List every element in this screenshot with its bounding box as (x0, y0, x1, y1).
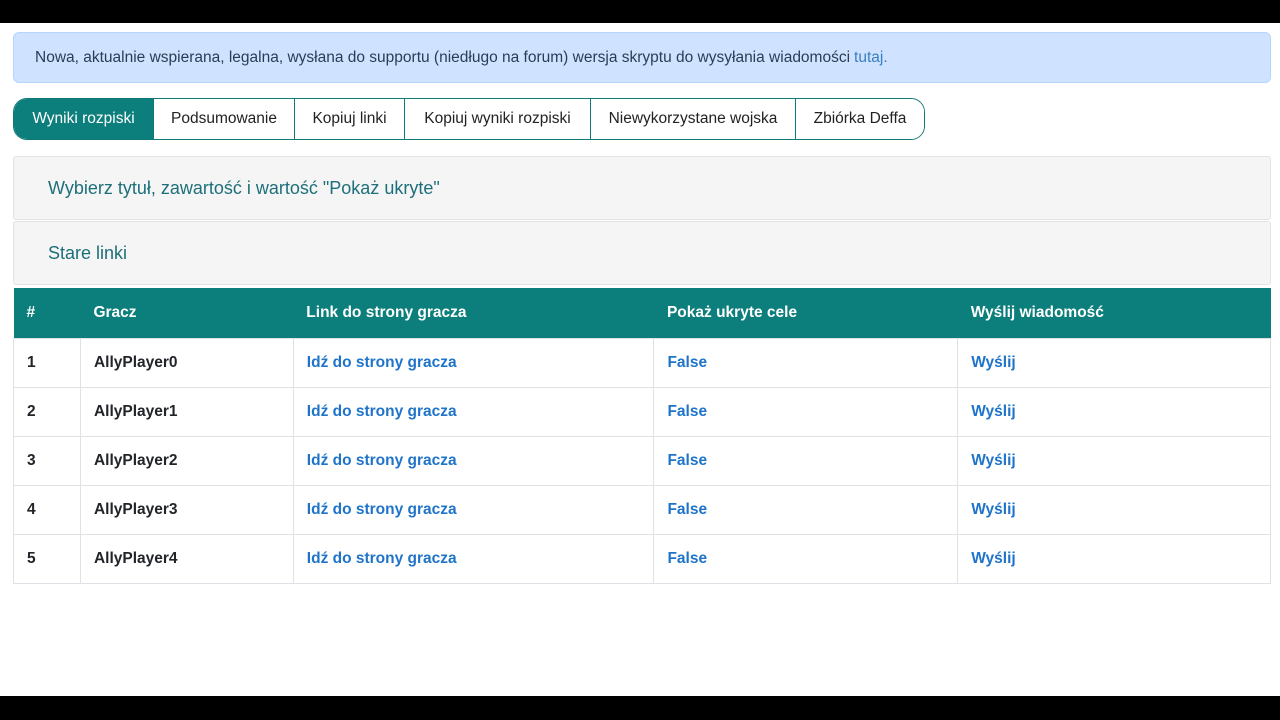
alert-text: Nowa, aktualnie wspierana, legalna, wysł… (35, 48, 851, 66)
column-header-send-message: Wyślij wiadomość (970, 303, 1104, 321)
tab-podsumowanie[interactable]: Podsumowanie (154, 99, 295, 139)
player-page-link[interactable]: Idź do strony gracza (307, 403, 457, 420)
results-table: # Gracz Link do strony gracza Pokaż ukry… (13, 288, 1271, 584)
column-header-number: # (26, 303, 36, 321)
options-panel-header[interactable]: Wybierz tytuł, zawartość i wartość "Poka… (13, 156, 1271, 220)
tab-niewykorzystane-wojska[interactable]: Niewykorzystane wojska (591, 99, 796, 139)
old-links-panel-header[interactable]: Stare linki (13, 221, 1271, 285)
player-page-link[interactable]: Idź do strony gracza (307, 501, 457, 518)
show-hidden-toggle[interactable]: False (667, 403, 707, 420)
player-page-link[interactable]: Idź do strony gracza (307, 550, 457, 567)
column-header-player: Gracz (93, 303, 137, 321)
column-header-show-hidden: Pokaż ukryte cele (666, 303, 798, 321)
player-name: AllyPlayer2 (79, 435, 294, 486)
row-number: 2 (13, 386, 81, 437)
show-hidden-toggle[interactable]: False (667, 452, 707, 469)
table-row: 5 AllyPlayer4 Idź do strony gracza False… (13, 533, 1271, 584)
tab-zbiorka-deffa[interactable]: Zbiórka Deffa (796, 99, 924, 139)
player-page-link[interactable]: Idź do strony gracza (307, 452, 457, 469)
table-row: 2 AllyPlayer1 Idź do strony gracza False… (13, 386, 1271, 437)
send-message-link[interactable]: Wyślij (971, 452, 1016, 469)
player-name: AllyPlayer3 (79, 484, 294, 535)
row-number: 1 (13, 337, 81, 388)
bottom-letterbox-bar (0, 696, 1280, 720)
info-alert: Nowa, aktualnie wspierana, legalna, wysł… (13, 32, 1271, 83)
top-letterbox-bar (0, 0, 1280, 23)
show-hidden-toggle[interactable]: False (667, 550, 707, 567)
player-name: AllyPlayer1 (79, 386, 294, 437)
show-hidden-toggle[interactable]: False (667, 501, 707, 518)
send-message-link[interactable]: Wyślij (971, 354, 1016, 371)
show-hidden-toggle[interactable]: False (667, 354, 707, 371)
tab-bar: Wyniki rozpiski Podsumowanie Kopiuj link… (13, 98, 925, 140)
alert-link[interactable]: tutaj. (854, 49, 888, 67)
tab-kopiuj-wyniki-rozpiski[interactable]: Kopiuj wyniki rozpiski (405, 99, 591, 139)
player-page-link[interactable]: Idź do strony gracza (307, 354, 457, 371)
table-row: 4 AllyPlayer3 Idź do strony gracza False… (13, 484, 1271, 535)
send-message-link[interactable]: Wyślij (971, 403, 1016, 420)
tab-wyniki-rozpiski[interactable]: Wyniki rozpiski (14, 99, 154, 139)
player-name: AllyPlayer0 (79, 337, 294, 388)
row-number: 5 (13, 533, 81, 584)
table-row: 1 AllyPlayer0 Idź do strony gracza False… (13, 337, 1271, 388)
player-name: AllyPlayer4 (79, 533, 294, 584)
table-row: 3 AllyPlayer2 Idź do strony gracza False… (13, 435, 1271, 486)
row-number: 3 (13, 435, 81, 486)
send-message-link[interactable]: Wyślij (971, 550, 1016, 567)
send-message-link[interactable]: Wyślij (971, 501, 1016, 518)
column-header-player-link: Link do strony gracza (306, 303, 467, 321)
table-header-row: # Gracz Link do strony gracza Pokaż ukry… (13, 288, 1271, 338)
tab-kopiuj-linki[interactable]: Kopiuj linki (295, 99, 405, 139)
row-number: 4 (13, 484, 81, 535)
